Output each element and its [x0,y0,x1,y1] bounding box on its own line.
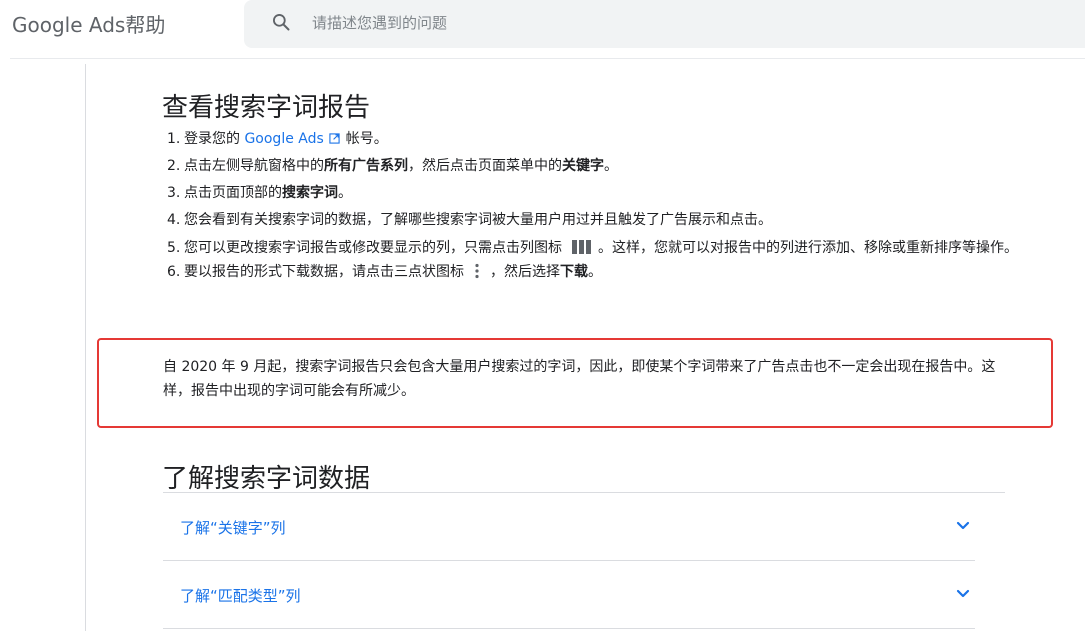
search-icon[interactable] [271,12,291,32]
step-bold-text: 搜索字词 [282,185,338,201]
step-text: 。 [338,185,352,201]
step-text: 。 [604,158,618,174]
accordion-label[interactable]: 了解“匹配类型”列 [180,585,301,606]
steps-list: 1. 登录您的 Google Ads 帐号。 2. 点击左侧导航窗格中的所有广告系… [167,130,1027,290]
step-item: 4. 您会看到有关搜索字词的数据，了解哪些搜索字词被大量用户用过并且触发了广告展… [167,211,1027,230]
step-bold-text: 关键字 [562,158,604,174]
step-number: 1. [167,131,181,147]
step-item: 5. 您可以更改搜索字词报告或修改要显示的列，只需点击列图标 。这样，您就可以对报… [167,233,1027,263]
step-text: 。这样，您就可以对报告中的列进行添加、移除或重新排序等操作。 [598,240,1018,256]
step-text: 。 [588,264,602,280]
step-text: ，然后选择 [490,264,560,280]
step-text: 帐号。 [345,131,388,147]
google-ads-link[interactable]: Google Ads [244,131,323,147]
step-number: 6. [167,264,181,280]
help-center-brand[interactable]: Google Ads帮助 [12,9,165,38]
step-item: 3. 点击页面顶部的搜索字词。 [167,184,1027,203]
step-bold-text: 所有广告系列 [324,158,408,174]
accordion: 了解“关键字”列 了解“匹配类型”列 [163,492,1005,629]
step-item: 1. 登录您的 Google Ads 帐号。 [167,130,1027,149]
header-divider [10,58,1085,59]
section-title-view-report: 查看搜索字词报告 [162,93,371,123]
search-input[interactable]: 请描述您遇到的问题 [312,12,447,33]
columns-icon [572,240,591,254]
step-text: 您可以更改搜索字词报告或修改要显示的列，只需点击列图标 [184,240,562,256]
accordion-item-keyword-column[interactable]: 了解“关键字”列 [163,493,975,561]
step-item: 6. 要以报告的形式下载数据，请点击三点状图标 ，然后选择下载。 [167,263,1027,282]
external-link-icon[interactable] [329,133,340,144]
step-number: 2. [167,158,181,174]
step-bold-text: 下载 [560,264,588,280]
step-text: ，然后点击页面菜单中的 [408,158,562,174]
step-item: 2. 点击左侧导航窗格中的所有广告系列，然后点击页面菜单中的关键字。 [167,157,1027,176]
step-text: 要以报告的形式下载数据，请点击三点状图标 [184,264,464,280]
step-number: 4. [167,212,181,228]
step-text: 点击左侧导航窗格中的 [184,158,324,174]
search-bar[interactable]: 请描述您遇到的问题 [244,0,1085,48]
section-title-understand-data: 了解搜索字词数据 [162,464,371,494]
chevron-down-icon[interactable] [956,521,970,531]
step-text: 您会看到有关搜索字词的数据，了解哪些搜索字词被大量用户用过并且触发了广告展示和点… [184,212,772,228]
accordion-item-match-type-column[interactable]: 了解“匹配类型”列 [163,561,975,629]
step-number: 3. [167,185,181,201]
accordion-label[interactable]: 了解“关键字”列 [180,517,286,538]
step-text: 点击页面顶部的 [184,185,282,201]
step-number: 5. [167,240,181,256]
step-text: 登录您的 [184,131,240,147]
top-bar: Google Ads帮助 请描述您遇到的问题 [0,0,1085,48]
chevron-down-icon[interactable] [956,589,970,599]
notice-text: 自 2020 年 9 月起，搜索字词报告只会包含大量用户搜索过的字词，因此，即使… [163,359,996,399]
more-vert-icon [475,263,479,279]
